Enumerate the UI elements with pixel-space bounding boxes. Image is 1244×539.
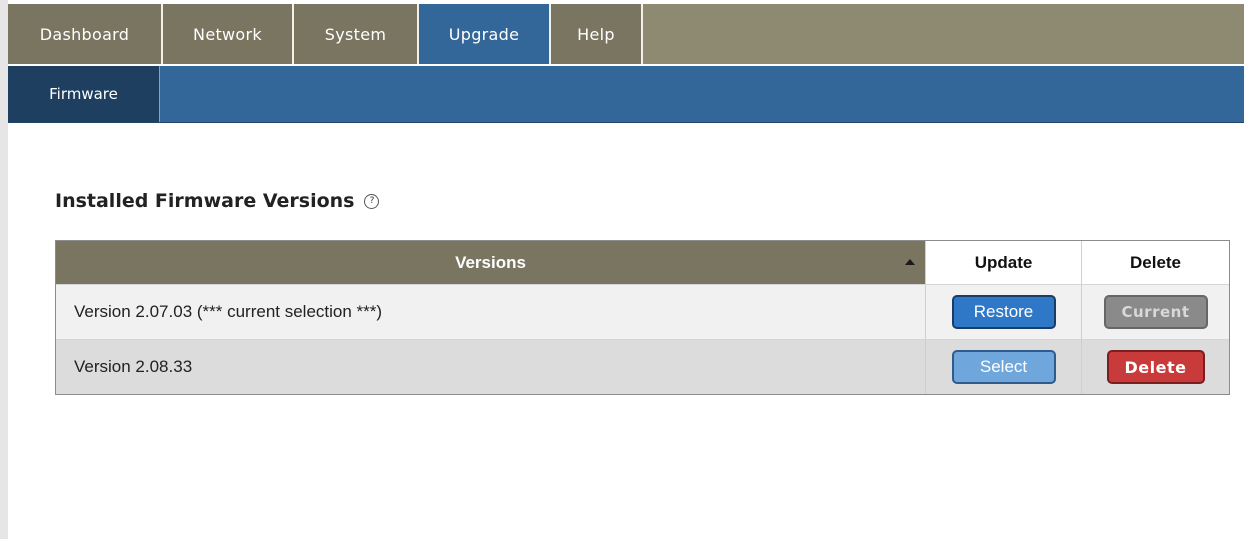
delete-cell: Current xyxy=(1082,285,1229,339)
delete-button[interactable]: Delete xyxy=(1106,350,1205,384)
versions-header-label: Versions xyxy=(455,252,526,272)
current-button: Current xyxy=(1103,295,1208,329)
tab-dashboard[interactable]: Dashboard xyxy=(8,4,163,64)
restore-button[interactable]: Restore xyxy=(951,295,1056,329)
version-cell: Version 2.07.03 (*** current selection *… xyxy=(56,285,926,339)
help-icon[interactable]: ? xyxy=(364,193,380,209)
top-navigation: Dashboard Network System Upgrade Help xyxy=(8,4,1244,64)
tab-help[interactable]: Help xyxy=(551,4,643,64)
tab-system[interactable]: System xyxy=(294,4,419,64)
firmware-table: Versions Update Delete Version 2.07.03 (… xyxy=(55,240,1230,395)
version-cell: Version 2.08.33 xyxy=(56,340,926,394)
tab-upgrade[interactable]: Upgrade xyxy=(419,4,551,64)
left-border xyxy=(0,0,8,539)
page-title: Installed Firmware Versions xyxy=(55,190,355,212)
table-header-row: Versions Update Delete xyxy=(56,241,1229,284)
column-header-versions[interactable]: Versions xyxy=(56,241,926,284)
sort-ascending-icon xyxy=(905,259,915,265)
update-cell: Restore xyxy=(926,285,1082,339)
tab-network[interactable]: Network xyxy=(163,4,294,64)
update-cell: Select xyxy=(926,340,1082,394)
table-row: Version 2.08.33 Select Delete xyxy=(56,339,1229,394)
delete-cell: Delete xyxy=(1082,340,1229,394)
subtab-firmware[interactable]: Firmware xyxy=(8,66,160,122)
sub-navigation: Firmware xyxy=(8,66,1244,123)
column-header-delete: Delete xyxy=(1082,241,1229,284)
table-row: Version 2.07.03 (*** current selection *… xyxy=(56,284,1229,339)
column-header-update: Update xyxy=(926,241,1082,284)
select-button[interactable]: Select xyxy=(951,350,1056,384)
section-title: Installed Firmware Versions ? xyxy=(55,190,380,212)
